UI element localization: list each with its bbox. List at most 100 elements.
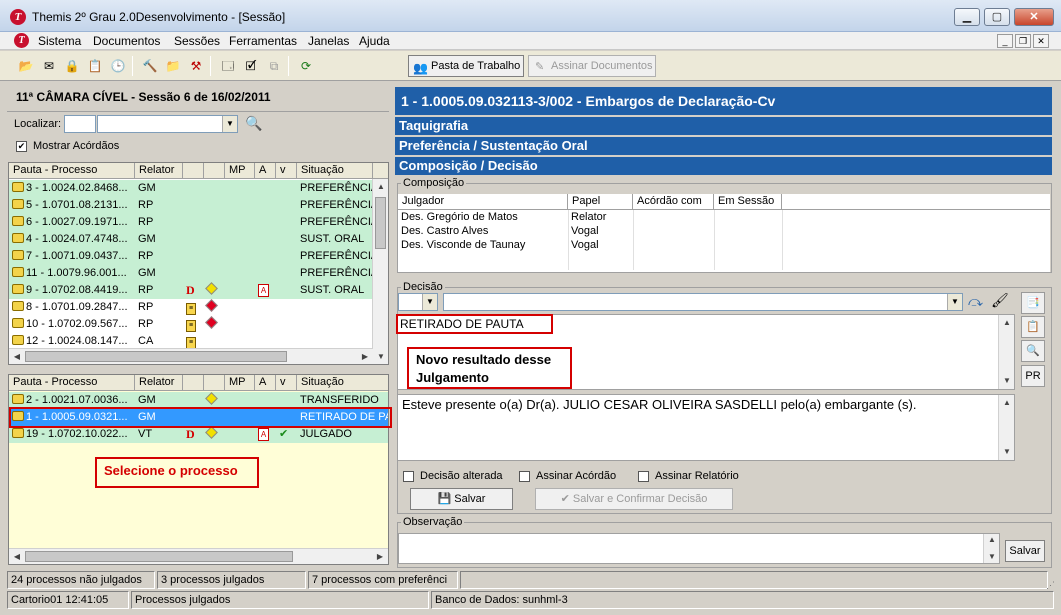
col-mp[interactable]: MP <box>225 163 255 179</box>
col-em-sessao[interactable]: Em Sessão <box>714 194 782 210</box>
table-row[interactable]: 10 - 1.0702.09.567... RP ≡ <box>9 316 388 333</box>
menu-janelas[interactable]: Janelas <box>308 34 349 48</box>
col-relator[interactable]: Relator <box>135 375 183 391</box>
process-cell[interactable]: 6 - 1.0027.09.1971... <box>9 214 135 231</box>
top-grid-vertical-scrollbar[interactable]: ▲ ▼ <box>372 179 388 364</box>
scroll-left-icon[interactable]: ◀ <box>9 349 25 364</box>
copy-icon[interactable]: ⧉ <box>265 58 283 74</box>
col-relator[interactable]: Relator <box>135 163 183 179</box>
decisao-alterada-checkbox[interactable] <box>403 471 414 482</box>
scroll-right-icon[interactable]: ▶ <box>372 549 388 564</box>
top-grid-horizontal-scrollbar[interactable]: ◀ ▶ <box>9 348 373 364</box>
localizar-prefix-input[interactable] <box>64 115 96 133</box>
result-vertical-scrollbar[interactable]: ▲ ▼ <box>998 315 1014 389</box>
col-situacao[interactable]: Situação <box>297 163 373 179</box>
document-list-icon[interactable]: 📋 <box>86 58 104 74</box>
scroll-right-icon[interactable]: ▶ <box>357 349 373 364</box>
scroll-up-icon[interactable]: ▲ <box>999 315 1015 331</box>
table-row[interactable]: 9 - 1.0702.08.4419... RP D A SUST. ORAL <box>9 282 388 299</box>
section-taquigrafia[interactable]: Taquigrafia <box>395 117 1052 135</box>
redo-icon[interactable]: ⤼ <box>968 293 983 310</box>
menu-sistema[interactable]: Sistema <box>38 34 81 48</box>
chevron-down-icon[interactable]: ▼ <box>222 116 237 132</box>
scroll-up-icon[interactable]: ▲ <box>984 532 1000 548</box>
chevron-down-icon[interactable]: ▼ <box>422 294 437 310</box>
process-cell[interactable]: 10 - 1.0702.09.567... <box>9 316 135 333</box>
close-window-button[interactable]: ✕ <box>1014 8 1054 26</box>
folder-icon[interactable]: 📁 <box>164 58 182 74</box>
table-row[interactable]: 19 - 1.0702.10.022... VT D A ✔ JULGADO <box>9 426 388 443</box>
maximize-window-button[interactable]: ▢ <box>984 8 1010 26</box>
assinar-documentos-button[interactable]: ✎ Assinar Documentos <box>528 55 656 77</box>
table-row[interactable]: 6 - 1.0027.09.1971... RP PREFERÊNCIA <box>9 214 388 231</box>
process-cell[interactable]: 5 - 1.0701.08.2131... <box>9 197 135 214</box>
decisao-type-dropdown[interactable]: ▼ <box>398 293 438 311</box>
decision-vertical-scrollbar[interactable]: ▲ ▼ <box>998 395 1014 460</box>
salvar-decisao-button[interactable]: 💾 Salvar <box>410 488 513 510</box>
col-pauta-processo[interactable]: Pauta - Processo <box>9 163 135 179</box>
scroll-up-icon[interactable]: ▲ <box>999 395 1015 411</box>
scroll-left-icon[interactable]: ◀ <box>9 549 25 564</box>
paste-document-button[interactable]: 📑 <box>1021 292 1045 314</box>
col-v[interactable]: v <box>276 375 297 391</box>
process-cell[interactable]: 8 - 1.0701.09.2847... <box>9 299 135 316</box>
resize-grip-icon[interactable]: ⋰ <box>1046 580 1055 591</box>
table-row[interactable]: 3 - 1.0024.02.8468... GM PREFERÊNCIA <box>9 180 388 197</box>
col-acordao-com[interactable]: Acórdão com <box>633 194 714 210</box>
col-flag-1[interactable] <box>183 163 204 179</box>
col-a[interactable]: A <box>255 375 276 391</box>
col-a[interactable]: A <box>255 163 276 179</box>
menu-ferramentas[interactable]: Ferramentas <box>229 34 297 48</box>
decisao-text-dropdown[interactable]: ▼ <box>443 293 963 311</box>
col-flag-2[interactable] <box>204 375 225 391</box>
minimize-window-button[interactable]: ▁ <box>954 8 980 26</box>
mdi-close-button[interactable]: ✕ <box>1033 34 1049 48</box>
salvar-confirmar-button[interactable]: ✔ Salvar e Confirmar Decisão <box>535 488 733 510</box>
pasta-de-trabalho-button[interactable]: 👥 Pasta de Trabalho <box>408 55 524 77</box>
col-julgador[interactable]: Julgador <box>398 194 568 210</box>
process-cell[interactable]: 7 - 1.0071.09.0437... <box>9 248 135 265</box>
open-folder-icon[interactable]: 📂 <box>17 58 35 74</box>
assinar-relatorio-checkbox[interactable] <box>638 471 649 482</box>
mdi-minimize-button[interactable]: _ <box>997 34 1013 48</box>
table-row[interactable]: 7 - 1.0071.09.0437... RP PREFERÊNCIA <box>9 248 388 265</box>
salvar-observacao-button[interactable]: Salvar <box>1005 540 1045 562</box>
clipboard-button[interactable]: 📋 <box>1021 316 1045 338</box>
process-cell[interactable]: 11 - 1.0079.96.001... <box>9 265 135 282</box>
localizar-dropdown[interactable]: ▼ <box>97 115 238 133</box>
table-row[interactable]: Des. Visconde de Taunay Vogal <box>398 239 1050 253</box>
process-cell[interactable]: 4 - 1.0024.07.4748... <box>9 231 135 248</box>
menu-sessoes[interactable]: Sessões <box>174 34 220 48</box>
gavel-folder-icon[interactable]: ⚒ <box>187 58 205 74</box>
table-row[interactable]: Des. Castro Alves Vogal <box>398 225 1050 239</box>
observacao-vertical-scrollbar[interactable]: ▲ ▼ <box>983 534 999 563</box>
table-row[interactable]: Des. Gregório de Matos Relator <box>398 211 1050 225</box>
scroll-down-icon[interactable]: ▼ <box>984 549 1000 565</box>
col-flag-1[interactable] <box>183 375 204 391</box>
section-composicao-decisao[interactable]: Composição / Decisão <box>395 157 1052 175</box>
col-situacao[interactable]: Situação <box>297 375 388 391</box>
bottom-grid-horizontal-scrollbar[interactable]: ◀ ▶ <box>9 548 388 564</box>
table-row[interactable]: 5 - 1.0701.08.2131... RP PREFERÊNCIA <box>9 197 388 214</box>
scroll-down-icon[interactable]: ▼ <box>373 349 388 364</box>
message-icon[interactable]: ✉ <box>40 58 58 74</box>
window-icon[interactable]: 🗔 <box>219 58 237 74</box>
process-cell[interactable]: 3 - 1.0024.02.8468... <box>9 180 135 197</box>
col-v[interactable]: v <box>276 163 297 179</box>
observacao-text-area[interactable]: ▲ ▼ <box>398 533 1000 564</box>
col-papel[interactable]: Papel <box>568 194 633 210</box>
scroll-thumb[interactable] <box>25 551 293 562</box>
mdi-restore-button[interactable]: ❐ <box>1015 34 1031 48</box>
lock-icon[interactable]: 🔒 <box>63 58 81 74</box>
process-cell[interactable]: 19 - 1.0702.10.022... <box>9 426 135 443</box>
menu-ajuda[interactable]: Ajuda <box>359 34 390 48</box>
assinar-acordao-checkbox[interactable] <box>519 471 530 482</box>
app-menu-icon[interactable]: T <box>14 33 29 48</box>
col-flag-2[interactable] <box>204 163 225 179</box>
col-pauta-processo[interactable]: Pauta - Processo <box>9 375 135 391</box>
table-row[interactable]: 8 - 1.0701.09.2847... RP ≡ <box>9 299 388 316</box>
scroll-up-icon[interactable]: ▲ <box>373 179 388 195</box>
scroll-thumb[interactable] <box>25 351 287 362</box>
process-cell[interactable]: 9 - 1.0702.08.4419... <box>9 282 135 299</box>
mostrar-acordaos-checkbox[interactable]: ✔ <box>16 141 27 152</box>
